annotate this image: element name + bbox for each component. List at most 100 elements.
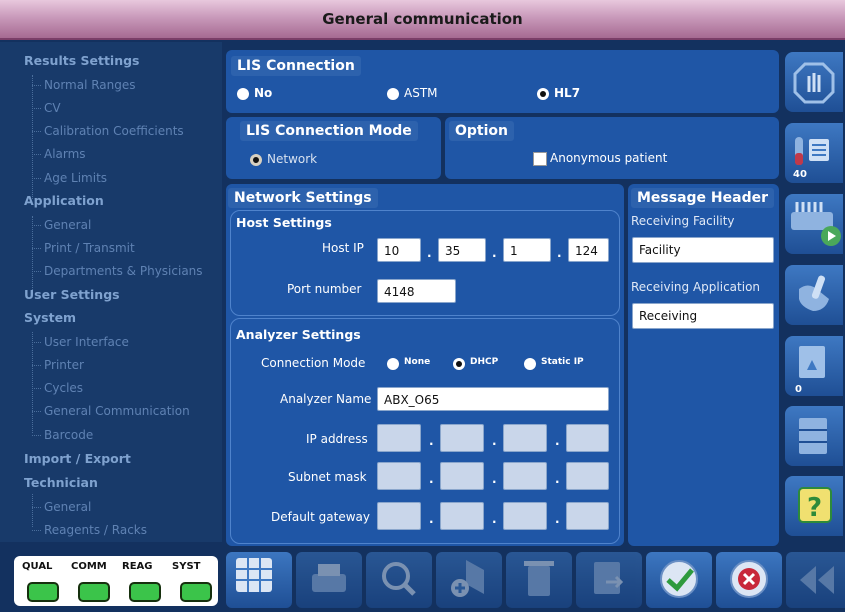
archive-button[interactable] xyxy=(785,406,843,466)
sidebar-item[interactable]: General xyxy=(44,214,91,236)
sidebar-item[interactable]: General xyxy=(44,496,91,518)
analyzer-name-label: Analyzer Name xyxy=(280,392,372,406)
sidebar-item[interactable]: Normal Ranges xyxy=(44,74,136,96)
status-label-comm: COMM xyxy=(71,561,107,572)
gateway-octet-1[interactable] xyxy=(377,502,421,530)
ip-address-octet-3[interactable] xyxy=(503,424,547,452)
sidebar-item[interactable]: CV xyxy=(44,97,61,119)
stop-button[interactable] xyxy=(785,52,843,112)
ip-address-octet-4[interactable] xyxy=(566,424,609,452)
ip-dot: . xyxy=(429,434,434,448)
run-rack-button[interactable] xyxy=(785,194,843,254)
conn-mode-radio-dhcp[interactable] xyxy=(453,358,465,370)
sidebar-item[interactable]: Cycles xyxy=(44,377,83,399)
hand-tube-icon xyxy=(799,275,829,311)
message-header-panel: Message Header Receiving Facility Facili… xyxy=(628,184,779,546)
lis-radio-hl7[interactable] xyxy=(537,88,549,100)
search-icon xyxy=(382,562,416,596)
lis-radio-no[interactable] xyxy=(237,88,249,100)
ip-dot: . xyxy=(557,246,562,260)
sidebar-item[interactable]: Barcode xyxy=(44,424,93,446)
host-ip-octet-1[interactable]: 10 xyxy=(377,238,421,262)
gateway-octet-3[interactable] xyxy=(503,502,547,530)
sidebar-item[interactable]: Application xyxy=(24,190,104,212)
status-led-reag xyxy=(129,582,161,602)
subnet-octet-4[interactable] xyxy=(566,462,609,490)
tree-line xyxy=(32,216,33,294)
sidebar-item[interactable]: User Settings xyxy=(24,284,120,306)
conn-mode-label-none: None xyxy=(404,357,431,367)
network-settings-title: Network Settings xyxy=(228,188,378,208)
receiving-application-field[interactable]: Receiving xyxy=(632,303,774,329)
port-number-field[interactable]: 4148 xyxy=(377,279,456,303)
sidebar-item[interactable]: Departments & Physicians xyxy=(44,260,203,282)
add-button[interactable] xyxy=(436,552,502,608)
lis-label-astm: ASTM xyxy=(404,86,438,100)
subnet-mask-label: Subnet mask xyxy=(288,470,367,484)
analyzer-name-field[interactable]: ABX_O65 xyxy=(377,387,609,411)
search-button[interactable] xyxy=(366,552,432,608)
archive-drawers-icon xyxy=(799,418,827,454)
lis-connection-panel: LIS Connection No ASTM HL7 xyxy=(226,50,779,113)
option-title: Option xyxy=(449,121,514,141)
ip-address-octet-2[interactable] xyxy=(440,424,484,452)
ip-address-octet-1[interactable] xyxy=(377,424,421,452)
status-label-syst: SYST xyxy=(172,561,201,572)
sidebar-item[interactable]: Import / Export xyxy=(24,448,131,470)
keyboard-button[interactable] xyxy=(226,552,292,608)
host-ip-label: Host IP xyxy=(322,241,364,255)
report-document-icon xyxy=(799,346,825,378)
print-button[interactable] xyxy=(296,552,362,608)
status-label-qual: QUAL xyxy=(22,561,53,572)
validate-button[interactable] xyxy=(646,552,712,608)
host-ip-octet-4[interactable]: 124 xyxy=(568,238,609,262)
sidebar-item[interactable]: Age Limits xyxy=(44,167,107,189)
ip-dot: . xyxy=(427,246,432,260)
manual-sample-button[interactable] xyxy=(785,265,843,325)
conn-mode-radio-none[interactable] xyxy=(387,358,399,370)
receiving-facility-field[interactable]: Facility xyxy=(632,237,774,263)
conn-mode-radio-static[interactable] xyxy=(524,358,536,370)
host-settings-title: Host Settings xyxy=(236,215,332,230)
back-button[interactable] xyxy=(786,552,845,608)
tree-line xyxy=(32,75,33,199)
ip-dot: . xyxy=(429,472,434,486)
default-gateway-label: Default gateway xyxy=(271,510,370,524)
sidebar-item[interactable]: Print / Transmit xyxy=(44,237,135,259)
delete-button[interactable] xyxy=(506,552,572,608)
gateway-octet-2[interactable] xyxy=(440,502,484,530)
cancel-button[interactable] xyxy=(716,552,782,608)
anonymous-checkbox[interactable] xyxy=(533,152,547,166)
sidebar-item[interactable]: Alarms xyxy=(44,143,86,165)
subnet-octet-3[interactable] xyxy=(503,462,547,490)
ip-dot: . xyxy=(492,512,497,526)
subnet-octet-2[interactable] xyxy=(440,462,484,490)
sidebar-item[interactable]: User Interface xyxy=(44,331,129,353)
sidebar-item[interactable]: General Communication xyxy=(44,400,190,422)
help-button[interactable]: ? xyxy=(785,476,843,536)
lis-radio-astm[interactable] xyxy=(387,88,399,100)
tubes-button[interactable]: 40 xyxy=(785,123,843,183)
sidebar-item[interactable]: System xyxy=(24,307,76,329)
host-ip-octet-2[interactable]: 35 xyxy=(438,238,486,262)
sidebar-item[interactable]: Calibration Coefficients xyxy=(44,120,184,142)
reports-button[interactable]: 0 xyxy=(785,336,843,396)
printer-icon xyxy=(312,564,346,592)
status-led-qual xyxy=(27,582,59,602)
sidebar-item[interactable]: Printer xyxy=(44,354,84,376)
ip-dot: . xyxy=(492,246,497,260)
sidebar-item[interactable]: Results Settings xyxy=(24,50,140,72)
conn-mode-label-static: Static IP xyxy=(541,357,584,367)
gateway-octet-4[interactable] xyxy=(566,502,609,530)
network-settings-panel: Network Settings Host Settings Host IP 1… xyxy=(226,184,624,546)
host-ip-octet-3[interactable]: 1 xyxy=(503,238,551,262)
ip-address-label: IP address xyxy=(306,432,368,446)
sidebar-item[interactable]: Technician xyxy=(24,472,98,494)
receiving-application-label: Receiving Application xyxy=(631,280,761,294)
close-icon xyxy=(730,560,768,598)
lis-connection-title: LIS Connection xyxy=(231,56,361,76)
network-radio xyxy=(250,154,262,166)
export-button[interactable] xyxy=(576,552,642,608)
subnet-octet-1[interactable] xyxy=(377,462,421,490)
sidebar-item[interactable]: Reagents / Racks xyxy=(44,519,147,541)
